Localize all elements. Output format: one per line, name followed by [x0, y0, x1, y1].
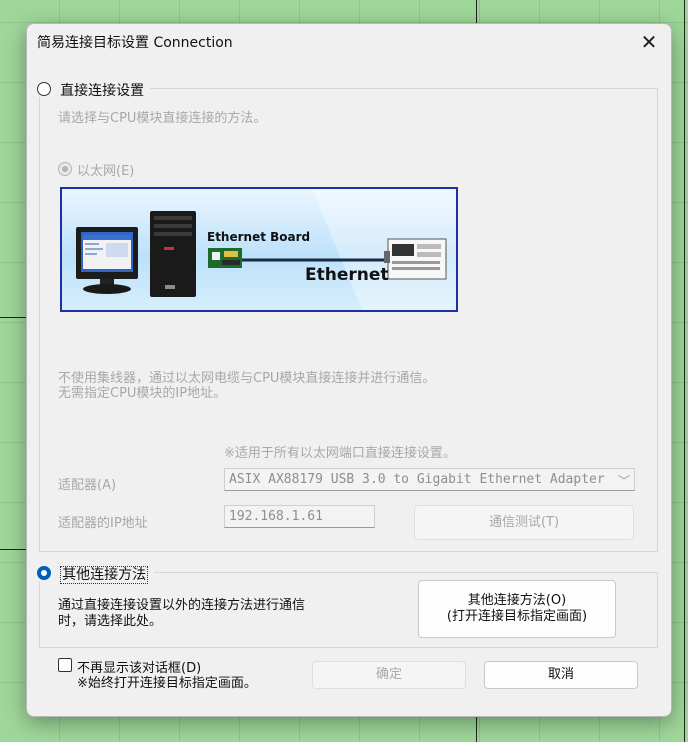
- dont-show-again-checkbox[interactable]: [58, 658, 72, 672]
- other-description-line2: 时，请选择此处。: [58, 614, 163, 629]
- other-connection-label: 其他连接方法: [60, 565, 149, 584]
- connection-dialog: 简易连接目标设置 Connection ✕ 直接连接设置 请选择与CPU模块直接…: [26, 23, 672, 717]
- dialog-title: 简易连接目标设置 Connection: [37, 35, 233, 51]
- communication-test-button[interactable]: 通信测试(T): [414, 505, 634, 540]
- other-connection-header: 其他连接方法: [35, 563, 155, 584]
- adapter-select[interactable]: ASIX AX88179 USB 3.0 to Gigabit Ethernet…: [224, 468, 635, 491]
- ip-address-label: 适配器的IP地址: [58, 516, 148, 531]
- direct-note: ※适用于所有以太网端口直接连接设置。: [224, 446, 456, 461]
- ethernet-illustration: Ethernet Board Ethernet: [60, 187, 458, 312]
- other-connection-radio[interactable]: [37, 565, 51, 580]
- direct-connection-header: 直接连接设置: [35, 79, 151, 99]
- background-line: [0, 549, 26, 550]
- direct-description: 请选择与CPU模块直接连接的方法。: [58, 111, 267, 126]
- direct-info-line2: 无需指定CPU模块的IP地址。: [58, 386, 227, 401]
- close-icon: ✕: [640, 30, 658, 54]
- direct-connection-radio[interactable]: [37, 81, 51, 96]
- dont-show-again-note: ※始终打开连接目标指定画面。: [77, 676, 257, 691]
- direct-connection-label: 直接连接设置: [60, 82, 145, 99]
- adapter-select-value: ASIX AX88179 USB 3.0 to Gigabit Ethernet…: [229, 472, 605, 487]
- close-button[interactable]: ✕: [627, 24, 671, 60]
- ethernet-network-label: Ethernet: [305, 265, 389, 285]
- other-connection-button[interactable]: 其他连接方法(O) (打开连接目标指定画面): [418, 580, 616, 638]
- background-line: [684, 0, 685, 742]
- ok-button[interactable]: 确定: [312, 661, 466, 689]
- ip-address-field[interactable]: 192.168.1.61: [224, 505, 375, 528]
- ethernet-board-label: Ethernet Board: [207, 230, 311, 244]
- ethernet-option-label: 以太网(E): [77, 164, 135, 179]
- background-line: [0, 317, 26, 318]
- ip-address-value: 192.168.1.61: [229, 509, 323, 524]
- chevron-down-icon: ﹀: [617, 474, 630, 488]
- adapter-label: 适配器(A): [58, 478, 117, 493]
- connection-diagram-icon: [76, 189, 456, 310]
- ethernet-radio[interactable]: [58, 162, 72, 176]
- other-connection-button-line2: (打开连接目标指定画面): [446, 609, 588, 624]
- other-connection-button-line1: 其他连接方法(O): [467, 593, 567, 608]
- cancel-button[interactable]: 取消: [484, 661, 638, 689]
